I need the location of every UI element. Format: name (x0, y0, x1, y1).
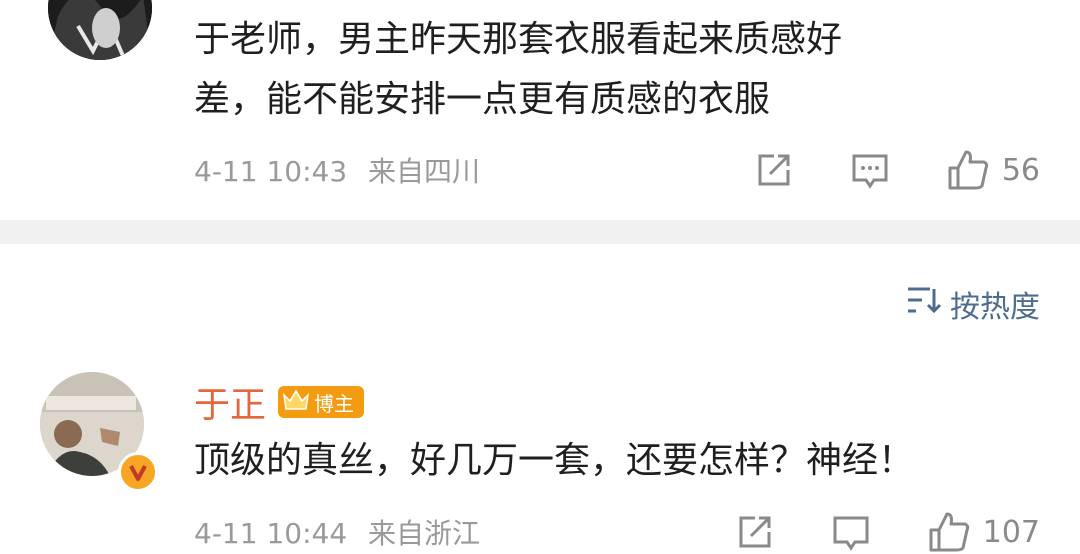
share-icon (735, 512, 775, 552)
comment-text: 顶级的真丝，好几万一套，还要怎样？神经！ (194, 440, 915, 481)
timestamp: 4-11 10:44 (194, 517, 348, 550)
comment-icon (831, 512, 871, 552)
like-button[interactable]: 56 (946, 148, 1040, 192)
like-count: 107 (982, 514, 1040, 550)
sort-icon (906, 285, 950, 323)
author-row: 于正 博主 (194, 376, 365, 428)
like-button[interactable]: 107 (927, 510, 1040, 554)
like-count: 56 (1001, 152, 1040, 188)
reply-button[interactable] (831, 512, 871, 552)
location: 来自浙江 (368, 517, 481, 550)
blogger-badge: 博主 (278, 386, 365, 418)
crown-icon (282, 387, 310, 418)
thumbs-up-icon (927, 510, 971, 554)
section-divider (0, 220, 1080, 244)
reply-button[interactable] (850, 150, 890, 190)
avatar[interactable] (48, 0, 152, 60)
comment-text-line: 于老师，男主昨天那套衣服看起来质感好 (194, 19, 843, 60)
timestamp: 4-11 10:43 (194, 155, 348, 188)
comment-text: 于老师，男主昨天那套衣服看起来质感好 差，能不能安排一点更有质感的衣服 (194, 10, 994, 130)
comment-actions: 107 (735, 510, 1040, 554)
sort-label: 按热度 (950, 290, 1040, 325)
author-name[interactable]: 于正 (194, 376, 266, 428)
comment-meta: 4-11 10:43 来自四川 (194, 150, 480, 190)
comment-icon (850, 150, 890, 190)
share-button[interactable] (735, 512, 775, 552)
comment-text-line: 差，能不能安排一点更有质感的衣服 (194, 79, 771, 120)
sort-button[interactable]: 按热度 (906, 282, 1040, 326)
comment-actions: 56 (754, 148, 1040, 192)
share-icon (754, 150, 794, 190)
comment-item: 于老师，男主昨天那套衣服看起来质感好 差，能不能安排一点更有质感的衣服 4-11… (0, 0, 1080, 220)
location: 来自四川 (368, 155, 481, 188)
verified-v-icon (118, 452, 158, 492)
share-button[interactable] (754, 150, 794, 190)
badge-label: 博主 (314, 391, 355, 416)
comment-meta: 4-11 10:44 来自浙江 (194, 512, 480, 552)
thumbs-up-icon (946, 148, 990, 192)
